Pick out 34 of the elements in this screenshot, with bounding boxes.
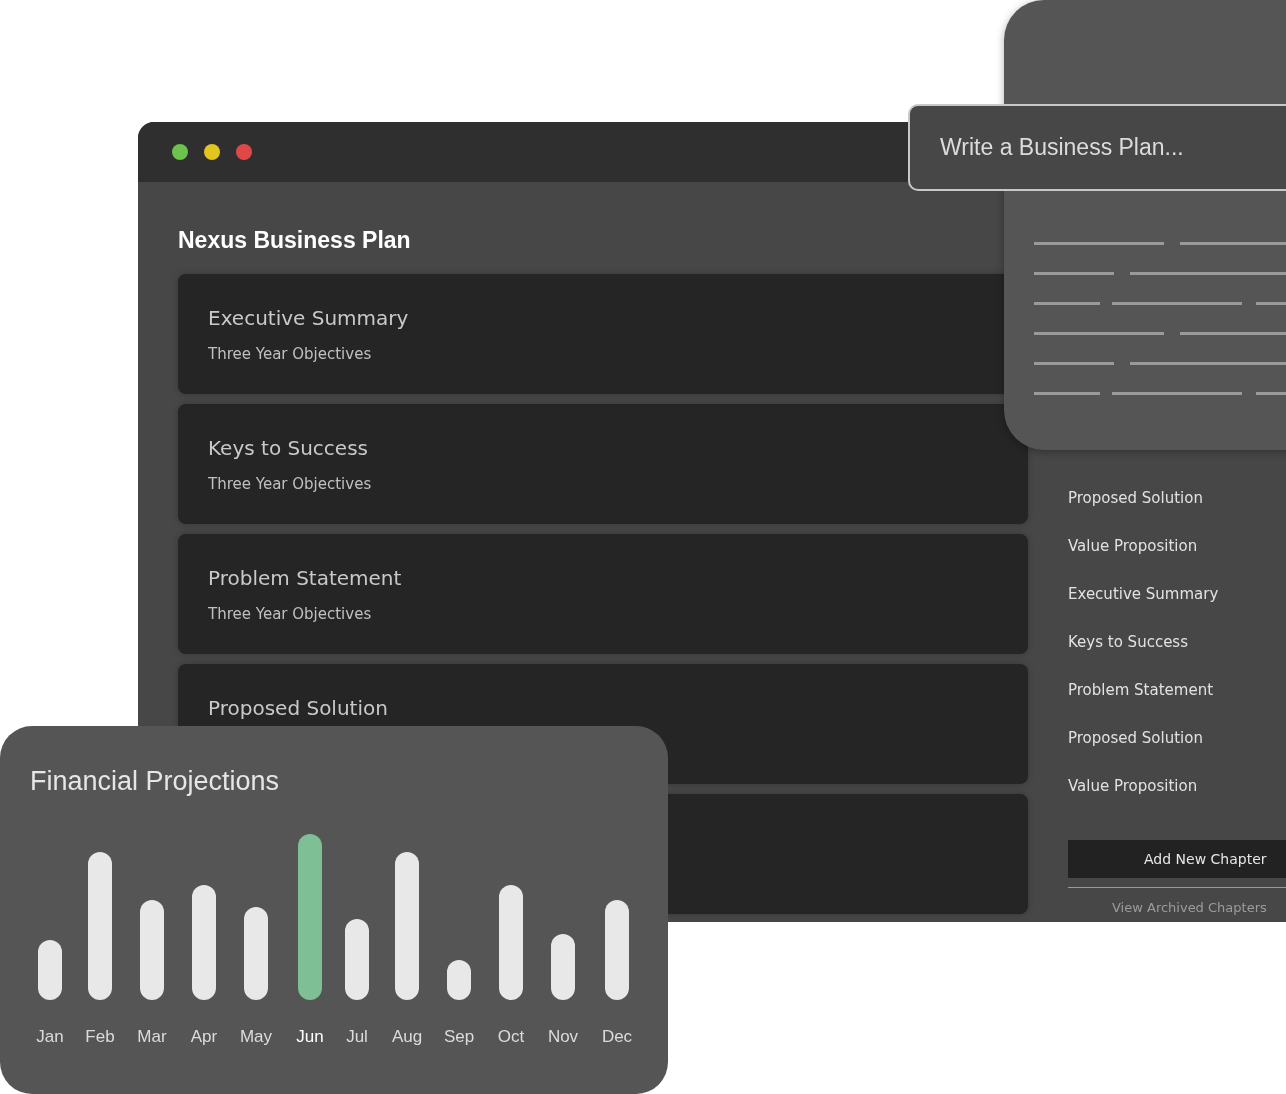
month-label: Jan bbox=[36, 1027, 64, 1046]
section-title: Proposed Solution bbox=[208, 695, 388, 722]
chapter-item[interactable]: Value Proposition bbox=[1068, 522, 1198, 570]
month-label: Jul bbox=[346, 1027, 368, 1046]
month-label: May bbox=[239, 1027, 273, 1046]
window-title: Nexus Business Plan bbox=[178, 226, 412, 254]
add-chapter-button[interactable]: Add New Chapter bbox=[1068, 840, 1286, 878]
chapter-item[interactable]: Value Proposition bbox=[1068, 762, 1198, 810]
chapter-item[interactable]: Executive Summary bbox=[1068, 570, 1219, 618]
section-title: Problem Statement bbox=[208, 565, 402, 592]
section-title: Executive Summary bbox=[208, 305, 409, 332]
month-label: Oct bbox=[497, 1027, 525, 1046]
month-label: Dec bbox=[601, 1027, 633, 1046]
month-label: Apr bbox=[190, 1027, 218, 1046]
chapter-item[interactable]: Problem Statement bbox=[1068, 666, 1214, 714]
month-label: Nov bbox=[547, 1027, 579, 1046]
month-label: Sep bbox=[443, 1027, 475, 1046]
section-subtitle: Three Year Objectives bbox=[208, 474, 372, 494]
month-label: Jun bbox=[296, 1027, 324, 1046]
minimize-dot-icon[interactable] bbox=[204, 144, 220, 160]
chapter-item[interactable]: Proposed Solution bbox=[1068, 714, 1203, 762]
section-subtitle: Three Year Objectives bbox=[208, 604, 372, 624]
section-title: Keys to Success bbox=[208, 435, 368, 462]
prompt-field[interactable]: Write a Business Plan... bbox=[908, 104, 1286, 191]
chapter-item[interactable]: Proposed Solution bbox=[1068, 474, 1203, 522]
month-label: Feb bbox=[85, 1027, 115, 1046]
month-label: Mar bbox=[137, 1027, 167, 1046]
maximize-dot-icon[interactable] bbox=[172, 144, 188, 160]
chapter-item[interactable]: Keys to Success bbox=[1068, 618, 1188, 666]
section-card[interactable]: Problem Statement Three Year Objectives bbox=[178, 534, 1028, 654]
month-label: Aug bbox=[391, 1027, 423, 1046]
close-dot-icon[interactable] bbox=[236, 144, 252, 160]
section-subtitle: Three Year Objectives bbox=[208, 344, 372, 364]
section-card[interactable]: Keys to Success Three Year Objectives bbox=[178, 404, 1028, 524]
